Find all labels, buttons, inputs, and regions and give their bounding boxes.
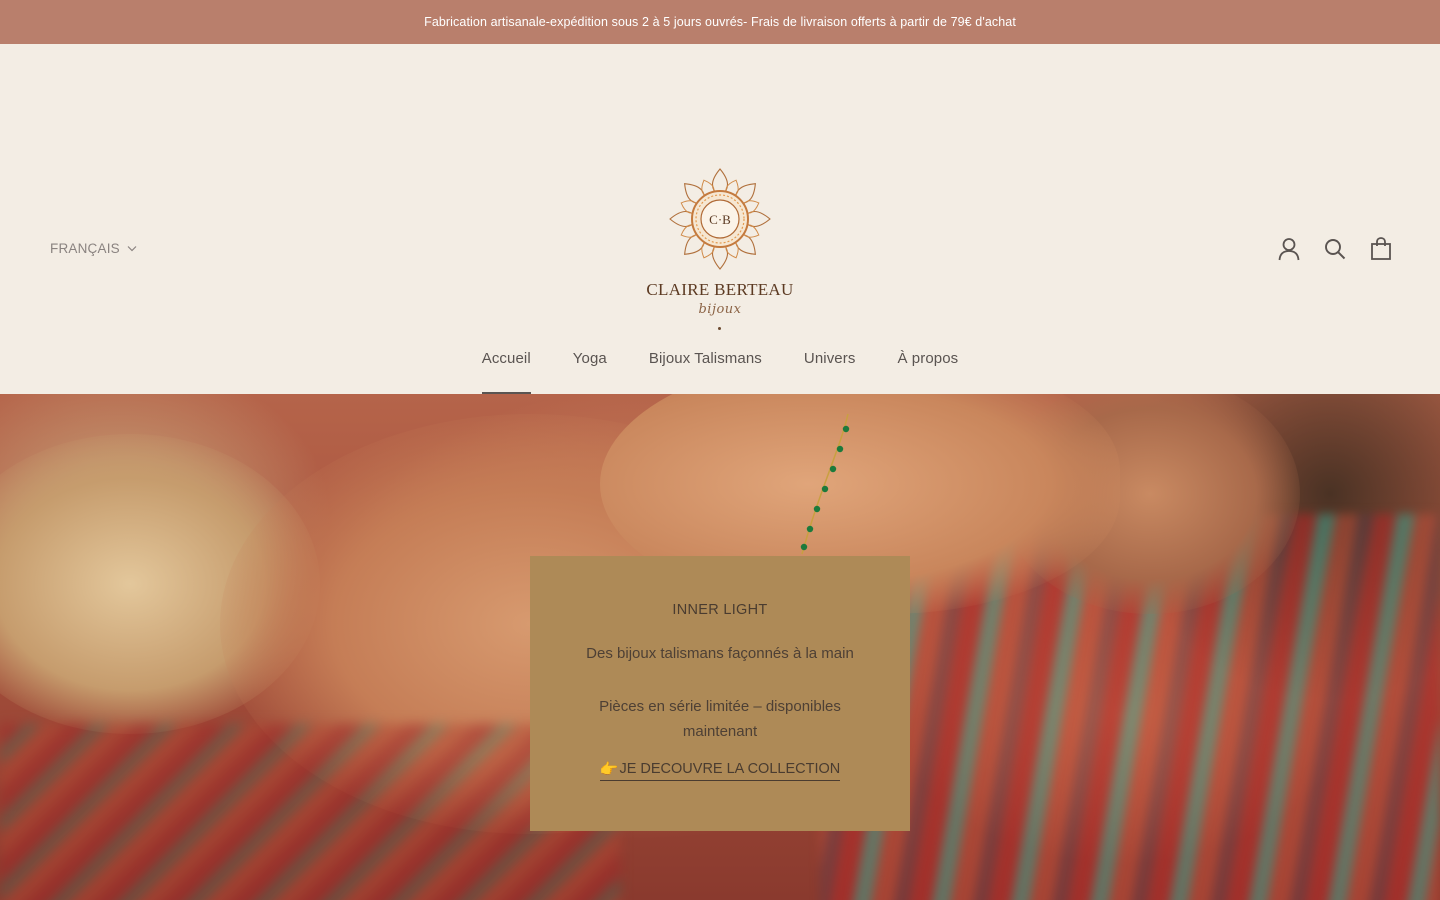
language-label: FRANÇAIS: [50, 241, 120, 256]
site-header: FRANÇAIS C·B CLAIRE BERTEAU bijoux Accue…: [0, 44, 1440, 394]
discover-collection-label: JE DECOUVRE LA COLLECTION: [619, 761, 841, 777]
monogram-text: C·B: [709, 212, 731, 227]
hero-photo-fabric-left: [0, 724, 620, 900]
promo-title: INNER LIGHT: [672, 602, 768, 618]
nav-item-a-propos[interactable]: À propos: [897, 350, 958, 394]
header-actions: [1278, 237, 1392, 261]
svg-text:C·B: C·B: [709, 212, 731, 227]
brand-name: CLAIRE BERTEAU: [646, 280, 794, 299]
nav-item-yoga[interactable]: Yoga: [573, 350, 607, 394]
announcement-text: Fabrication artisanale-expédition sous 2…: [424, 15, 1016, 29]
discover-collection-link[interactable]: 👉 JE DECOUVRE LA COLLECTION: [599, 760, 841, 781]
brand-subtitle: bijoux: [698, 302, 742, 317]
account-icon[interactable]: [1278, 237, 1300, 261]
promo-cta-wrapper: 👉 JE DECOUVRE LA COLLECTION: [530, 760, 910, 781]
hero-banner: INNER LIGHT Des bijoux talismans façonné…: [0, 394, 1440, 900]
nav-item-univers[interactable]: Univers: [804, 350, 856, 394]
search-icon[interactable]: [1324, 237, 1346, 261]
nav-item-accueil[interactable]: Accueil: [481, 350, 531, 394]
brand-dot: [718, 327, 721, 330]
brand-logo[interactable]: C·B CLAIRE BERTEAU bijoux: [640, 166, 800, 336]
chevron-down-icon: [127, 246, 137, 252]
announcement-bar: Fabrication artisanale-expédition sous 2…: [0, 0, 1440, 44]
nav-item-bijoux-talismans[interactable]: Bijoux Talismans: [649, 350, 762, 394]
cart-icon[interactable]: [1370, 237, 1392, 261]
bracelet-image: [800, 413, 850, 555]
promo-box: INNER LIGHT Des bijoux talismans façonné…: [530, 556, 910, 831]
promo-subtitle: Des bijoux talismans façonnés à la main: [586, 645, 854, 662]
language-selector[interactable]: FRANÇAIS: [50, 241, 137, 256]
promo-description: Pièces en série limitée – disponibles ma…: [599, 698, 841, 740]
main-navigation: Accueil Yoga Bijoux Talismans Univers À …: [0, 350, 1440, 394]
pointing-hand-icon: 👉: [599, 761, 619, 778]
